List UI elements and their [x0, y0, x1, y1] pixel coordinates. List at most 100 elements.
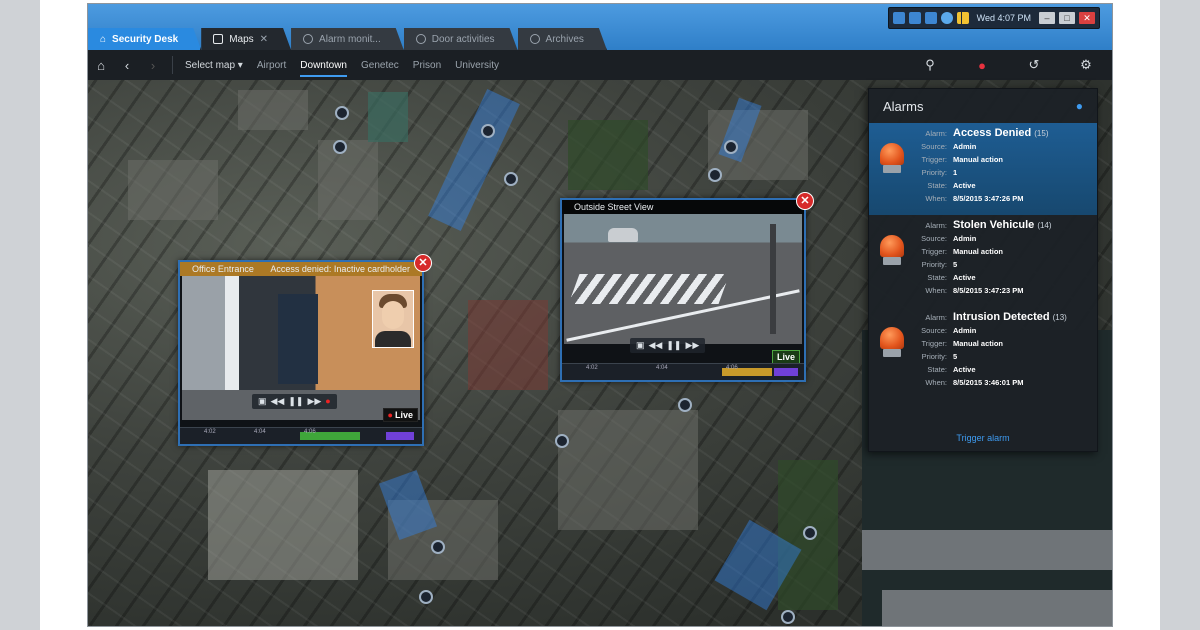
- minimize-button[interactable]: –: [1039, 12, 1055, 24]
- timeline-time: 4:06: [304, 429, 316, 435]
- search-icon[interactable]: ⚲: [904, 57, 956, 73]
- snapshot-icon[interactable]: ▣: [636, 340, 645, 351]
- field-label: Alarm:: [925, 129, 947, 138]
- camera-marker[interactable]: [481, 124, 495, 138]
- rewind-icon[interactable]: ◀◀: [271, 396, 285, 407]
- alarm-priority: 5: [953, 260, 958, 269]
- select-map-dropdown[interactable]: Select map ▾: [185, 60, 243, 71]
- map-prison[interactable]: Prison: [413, 54, 441, 77]
- forward-icon[interactable]: ›: [140, 58, 166, 73]
- tile-title: Office Entrance Access denied: Inactive …: [180, 262, 422, 276]
- home-icon: ⌂: [100, 33, 107, 45]
- alarm-state: Active: [953, 273, 976, 282]
- home-icon[interactable]: ⌂: [88, 58, 114, 73]
- close-tile-icon[interactable]: ✕: [796, 192, 814, 210]
- field-label: Trigger:: [921, 155, 947, 164]
- camera-marker[interactable]: [724, 140, 738, 154]
- alarm-priority: 1: [953, 168, 958, 177]
- camera-marker[interactable]: [335, 106, 349, 120]
- alarm-icon: [303, 34, 313, 44]
- field-label: When:: [925, 194, 947, 203]
- archive-icon: [530, 34, 540, 44]
- divider: [172, 56, 173, 74]
- tab-alarm-monitoring[interactable]: Alarm monit...: [291, 28, 404, 50]
- building: [238, 90, 308, 130]
- tab-label: Maps: [229, 33, 254, 45]
- camera-marker[interactable]: [781, 610, 795, 624]
- alarms-header: Alarms ●: [869, 89, 1097, 123]
- close-window-button[interactable]: ✕: [1079, 12, 1095, 24]
- fast-forward-icon[interactable]: ▶▶: [685, 340, 699, 351]
- alarm-bell-icon[interactable]: ●: [956, 58, 1008, 73]
- building: [318, 140, 378, 220]
- alarms-settings-icon[interactable]: ●: [1076, 99, 1083, 113]
- alarm-item[interactable]: Alarm: Access Denied (15) Source: Admin Tri…: [869, 123, 1097, 215]
- map-icon: [213, 34, 223, 44]
- map-downtown[interactable]: Downtown: [300, 54, 347, 77]
- pause-icon[interactable]: ❚❚: [666, 340, 681, 351]
- map-genetec[interactable]: Genetec: [361, 54, 399, 77]
- tab-security-desk[interactable]: ⌂ Security Desk: [88, 28, 201, 50]
- camera-marker[interactable]: [504, 172, 518, 186]
- alarm-item[interactable]: Alarm: Stolen Vehicule (14) Source: Admin T…: [869, 215, 1097, 307]
- field-label: Priority:: [921, 352, 947, 361]
- field-label: State:: [927, 273, 947, 282]
- field-label: When:: [925, 378, 947, 387]
- rewind-icon[interactable]: ◀◀: [649, 340, 663, 351]
- map-university[interactable]: University: [455, 54, 499, 77]
- monitor-icon[interactable]: [892, 12, 905, 24]
- tab-label: Archives: [545, 33, 584, 45]
- camera-marker[interactable]: [678, 398, 692, 412]
- plus-icon[interactable]: [908, 12, 921, 24]
- maximize-button[interactable]: □: [1059, 12, 1075, 24]
- field-label: Source:: [921, 326, 947, 335]
- system-tray: Wed 4:07 PM – □ ✕: [887, 7, 1100, 29]
- alarm-when: 8/5/2015 3:46:01 PM: [953, 378, 1024, 387]
- snapshot-icon[interactable]: ▣: [258, 396, 267, 407]
- timeline[interactable]: 4:02 4:04 4:06: [562, 363, 804, 380]
- security-desk-window: Wed 4:07 PM – □ ✕ ⌂ Security Desk Maps ✕…: [88, 4, 1112, 626]
- car: [608, 228, 638, 242]
- alarm-when: 8/5/2015 3:47:23 PM: [953, 286, 1024, 295]
- close-tab-icon[interactable]: ✕: [260, 34, 268, 45]
- timeline-time: 4:06: [726, 365, 738, 371]
- camera-marker[interactable]: [333, 140, 347, 154]
- doorway: [278, 294, 318, 384]
- toolbar-actions: ⚲ ● ↺ ⚙: [904, 50, 1112, 80]
- alarms-panel: Alarms ● Alarm: Access Denied (15) Source:…: [868, 88, 1098, 452]
- park: [568, 120, 648, 190]
- field-label: Priority:: [921, 168, 947, 177]
- close-tile-icon[interactable]: ✕: [414, 254, 432, 272]
- record-icon[interactable]: ●: [325, 396, 330, 407]
- camera-marker[interactable]: [708, 168, 722, 182]
- gear-icon[interactable]: ⚙: [1060, 57, 1112, 73]
- tab-archives[interactable]: Archives: [518, 28, 607, 50]
- video-tile-street-view[interactable]: Outside Street View ▣ ◀◀ ❚❚ ▶▶ Live 4:02…: [560, 192, 814, 382]
- tab-maps[interactable]: Maps ✕: [201, 28, 291, 50]
- video-tile-office-entrance[interactable]: Office Entrance Access denied: Inactive …: [178, 254, 432, 446]
- camera-marker[interactable]: [555, 434, 569, 448]
- camera-marker[interactable]: [803, 526, 817, 540]
- camera-marker[interactable]: [431, 540, 445, 554]
- globe-icon[interactable]: [940, 12, 953, 24]
- alarm-name: Stolen Vehicule: [953, 219, 1035, 231]
- alarm-source: Admin: [953, 326, 977, 335]
- alarm-item[interactable]: Alarm: Intrusion Detected (13) Source: Admi…: [869, 307, 1097, 399]
- back-icon[interactable]: ‹: [114, 58, 140, 73]
- pause-icon[interactable]: ❚❚: [288, 396, 303, 407]
- building: [208, 470, 358, 580]
- alarm-when: 8/5/2015 3:47:26 PM: [953, 194, 1024, 203]
- tab-door-activities[interactable]: Door activities: [404, 28, 518, 50]
- volume-icon[interactable]: [924, 12, 937, 24]
- tab-label: Security Desk: [112, 33, 179, 45]
- door-icon: [416, 34, 426, 44]
- map-airport[interactable]: Airport: [257, 54, 286, 77]
- refresh-icon[interactable]: ↺: [1008, 57, 1060, 73]
- timeline[interactable]: 4:02 4:04 4:06: [180, 427, 422, 444]
- camera-marker[interactable]: [419, 590, 433, 604]
- playback-controls: ▣ ◀◀ ❚❚ ▶▶: [630, 338, 706, 353]
- trigger-alarm-link[interactable]: Trigger alarm: [869, 433, 1097, 443]
- building: [558, 410, 698, 530]
- alarm-beacon-icon: [879, 143, 905, 175]
- fast-forward-icon[interactable]: ▶▶: [307, 396, 321, 407]
